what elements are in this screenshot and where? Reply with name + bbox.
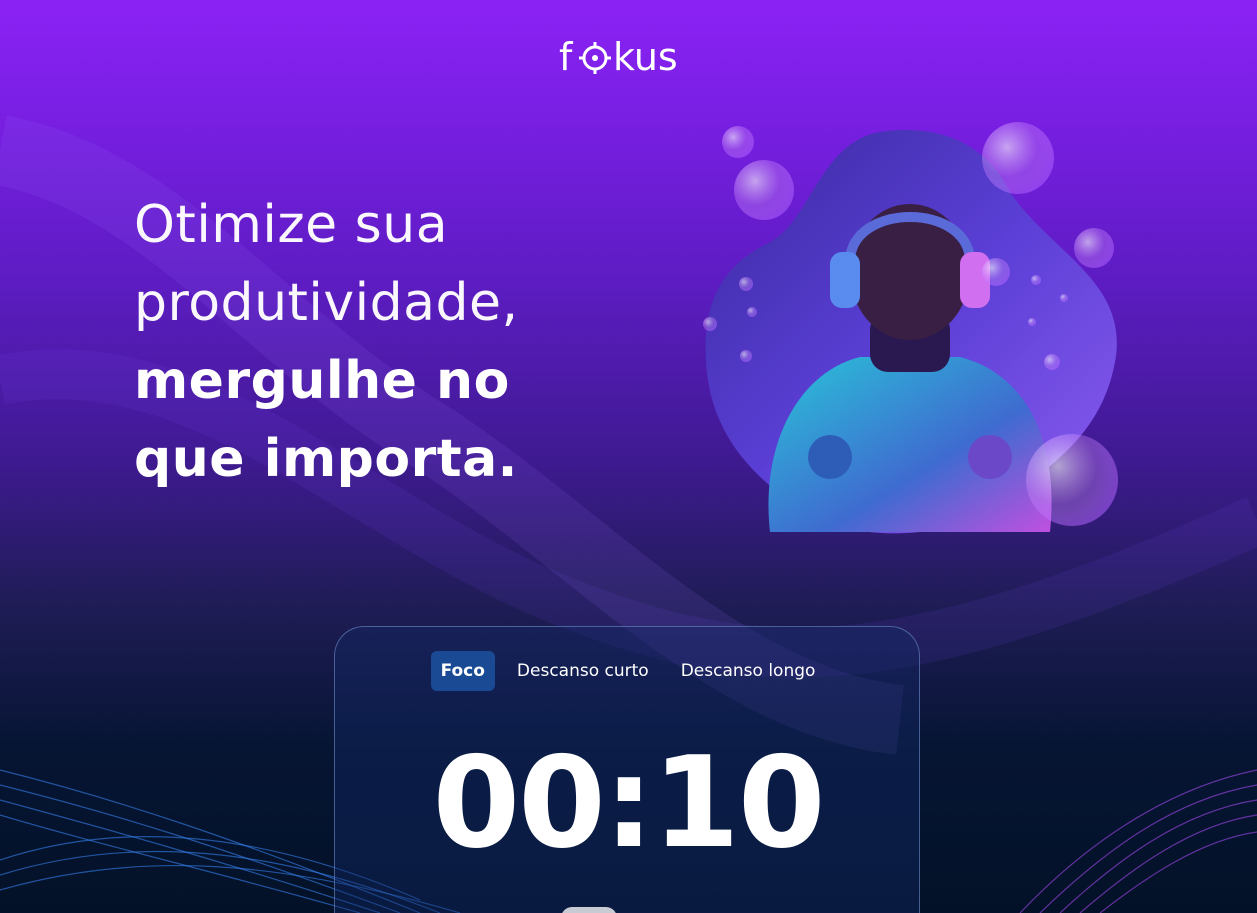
tab-descanso-curto[interactable]: Descanso curto xyxy=(507,651,659,691)
headline-line-2: produtividade, xyxy=(134,273,519,333)
hero-illustration xyxy=(703,122,1118,534)
hero-headline: Otimize sua produtividade, mergulhe no q… xyxy=(134,186,654,498)
timer-display: 00:10 xyxy=(432,729,825,876)
headline-line-3: mergulhe no xyxy=(134,351,510,411)
tab-descanso-longo[interactable]: Descanso longo xyxy=(671,651,826,691)
music-toggle[interactable] xyxy=(561,907,617,913)
timer-mode-tabs: Foco Descanso curto Descanso longo xyxy=(335,651,921,691)
logo-wordmark: f kus xyxy=(559,35,678,78)
headline-line-4: que importa. xyxy=(134,429,518,489)
target-icon xyxy=(578,42,611,74)
fokus-logo[interactable]: f kus xyxy=(0,34,1257,82)
logo-text-pre: f xyxy=(559,35,574,78)
headline-line-1: Otimize sua xyxy=(134,195,449,255)
timer-card: Foco Descanso curto Descanso longo 00:10 xyxy=(334,626,920,913)
tab-foco[interactable]: Foco xyxy=(430,651,495,691)
logo-text-post: kus xyxy=(613,35,678,78)
